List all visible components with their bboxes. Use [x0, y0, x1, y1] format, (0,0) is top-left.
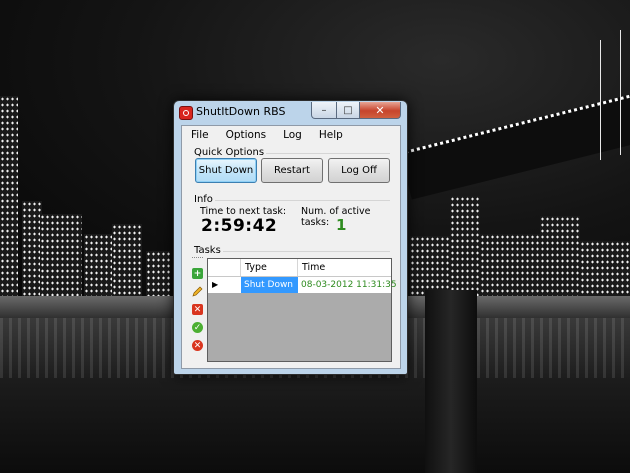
menu-log[interactable]: Log	[274, 126, 310, 144]
skyline-building	[22, 201, 42, 296]
countdown-timer: 2:59:42	[201, 216, 278, 236]
edit-pencil-icon[interactable]	[192, 286, 203, 297]
disable-x-icon[interactable]: ✕	[192, 340, 203, 351]
restart-button[interactable]: Restart	[261, 158, 323, 183]
maximize-button[interactable]: □	[337, 102, 360, 119]
active-tasks-count: 1	[336, 216, 347, 234]
row-selector-icon: ▶	[212, 280, 219, 289]
info-label: Info	[194, 194, 215, 205]
shut-down-button[interactable]: Shut Down	[195, 158, 257, 183]
active-tasks-label: Num. of active tasks:	[301, 206, 371, 228]
group-divider	[252, 153, 390, 154]
group-divider	[220, 251, 390, 252]
enable-check-icon[interactable]: ✓	[192, 322, 203, 333]
tasks-grid[interactable]: Type Time ▶ Shut Down 08-03-2012 11:31:3…	[207, 258, 397, 362]
skyline-building	[146, 251, 170, 296]
skyline-building	[40, 214, 82, 296]
bridge-cable	[600, 40, 601, 160]
skyline-building	[480, 234, 540, 296]
grid-header: Type Time	[208, 259, 391, 277]
window-controls: – □ ✕	[311, 102, 401, 119]
title-bar[interactable]: ShutItDown RBS – □ ✕	[174, 101, 407, 123]
add-icon[interactable]: +	[192, 268, 203, 279]
window-title: ShutItDown RBS	[196, 105, 286, 118]
column-header-type[interactable]: Type	[241, 259, 298, 276]
skyline-building	[410, 236, 450, 296]
table-row[interactable]: ▶ Shut Down 08-03-2012 11:31:35	[208, 277, 397, 293]
skyline-building	[112, 224, 142, 296]
bridge-tower	[425, 290, 477, 473]
row-header-corner	[208, 259, 241, 276]
menu-help[interactable]: Help	[310, 126, 351, 144]
skyline-building	[580, 241, 630, 296]
cell-type[interactable]: Shut Down	[241, 277, 298, 293]
menu-file[interactable]: File	[182, 126, 217, 144]
close-button[interactable]: ✕	[360, 102, 401, 119]
delete-icon[interactable]: ✕	[192, 304, 203, 315]
skyline-building	[84, 234, 114, 296]
bridge-cable	[620, 30, 621, 155]
quick-options-label: Quick Options	[194, 147, 267, 158]
app-icon	[179, 106, 193, 120]
cell-time[interactable]: 08-03-2012 11:31:35	[298, 277, 397, 293]
menu-options[interactable]: Options	[217, 126, 275, 144]
column-header-time[interactable]: Time	[298, 259, 391, 276]
toolbar-grip	[192, 257, 203, 261]
menu-bar: File Options Log Help	[182, 126, 400, 144]
minimize-button[interactable]: –	[311, 102, 337, 119]
tasks-label: Tasks	[194, 245, 223, 256]
skyline-building	[450, 196, 480, 296]
app-window: ShutItDown RBS – □ ✕ File Options Log He…	[173, 100, 408, 375]
skyline-building	[0, 96, 18, 296]
group-divider	[212, 200, 390, 201]
log-off-button[interactable]: Log Off	[328, 158, 390, 183]
skyline-building	[540, 216, 580, 296]
